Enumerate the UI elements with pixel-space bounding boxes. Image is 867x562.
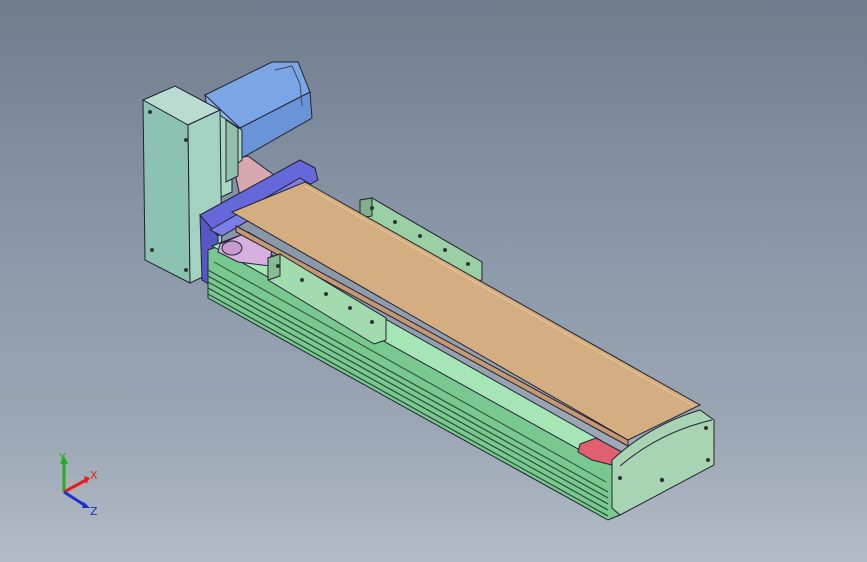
triad-x-label: X <box>90 469 98 482</box>
triad-y-label: Y <box>59 451 66 464</box>
triad-z-label: Z <box>90 505 98 518</box>
graphics-viewport[interactable]: Y X Z <box>0 0 867 562</box>
model-view[interactable] <box>0 0 867 562</box>
